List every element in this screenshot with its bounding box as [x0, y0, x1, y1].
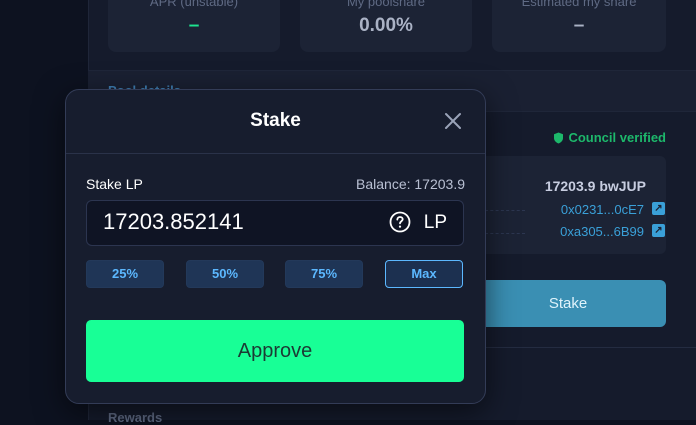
rewards-heading: Rewards [108, 410, 163, 425]
external-link-icon[interactable]: ↗ [652, 224, 665, 237]
apr-label: APR (unstable) [149, 0, 239, 9]
estimated-share-label: Estimated my share [521, 0, 637, 9]
address-link[interactable]: 0xa305...6B99 [560, 224, 644, 239]
amount-input[interactable] [103, 209, 363, 235]
apr-stat-card: APR (unstable) – [108, 0, 280, 52]
help-icon[interactable] [389, 211, 411, 233]
stake-modal: Stake Stake LP Balance: 17203.9 LP 25% 5… [65, 89, 486, 404]
poolshare-label: My poolshare [346, 0, 426, 9]
council-verified-text: Council verified [568, 130, 666, 145]
modal-header: Stake [66, 90, 485, 154]
percent-50-button[interactable]: 50% [186, 260, 264, 288]
approve-button[interactable]: Approve [86, 320, 464, 382]
divider-dashed [485, 233, 525, 234]
token-amount: 17203.9 bwJUP [544, 178, 646, 194]
unit-label: LP [423, 212, 447, 233]
stake-button[interactable]: Stake [470, 280, 666, 327]
council-verified-badge: Council verified [553, 130, 666, 145]
shield-icon [554, 132, 564, 144]
amount-field[interactable]: LP [86, 200, 464, 246]
close-icon[interactable] [443, 111, 463, 131]
percent-75-button[interactable]: 75% [285, 260, 363, 288]
apr-value: – [188, 15, 200, 36]
max-button[interactable]: Max [385, 260, 463, 288]
modal-title: Stake [250, 110, 301, 131]
percent-25-button[interactable]: 25% [86, 260, 164, 288]
external-link-icon[interactable]: ↗ [652, 202, 665, 215]
estimated-share-stat-card: Estimated my share – [492, 0, 666, 52]
estimated-share-value: – [573, 15, 585, 36]
address-link[interactable]: 0x0231...0cE7 [561, 202, 644, 217]
divider-dashed [485, 210, 525, 211]
stake-lp-label: Stake LP [86, 176, 143, 192]
poolshare-stat-card: My poolshare 0.00% [300, 0, 472, 52]
balance-text[interactable]: Balance: 17203.9 [356, 176, 465, 192]
poolshare-value: 0.00% [359, 15, 413, 36]
